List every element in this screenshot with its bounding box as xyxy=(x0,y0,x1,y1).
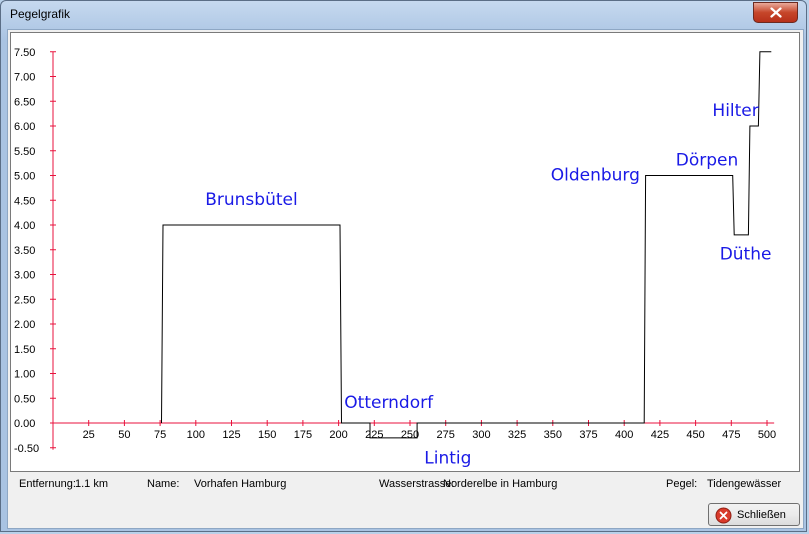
gauge-value: Tidengewässer xyxy=(707,478,782,490)
x-tick-label: 200 xyxy=(329,429,347,441)
water-level-line xyxy=(161,51,772,439)
x-tick-label: 400 xyxy=(615,429,633,441)
x-tick-label: 50 xyxy=(118,429,130,441)
distance-label: Entfernung: xyxy=(19,478,76,490)
x-tick-label: 125 xyxy=(222,429,240,441)
name-value: Vorhafen Hamburg xyxy=(194,478,287,490)
level-chart: 7.50 7.00 6.50 6.00 5.50 5.00 4.50 4.00 3.50 3.00… xyxy=(10,32,800,472)
y-tick-label: 4.50 xyxy=(14,195,35,207)
x-tick-label: 225 xyxy=(365,429,383,441)
y-tick-label: 6.00 xyxy=(14,121,35,133)
x-tick-label: 175 xyxy=(294,429,312,441)
y-tick-label: 5.00 xyxy=(14,171,35,183)
x-tick-label: 450 xyxy=(686,429,704,441)
gauge-label: Pegel: xyxy=(666,478,698,490)
station-label: Lintig xyxy=(424,449,471,469)
y-tick-label: 1.00 xyxy=(14,369,35,381)
x-tick-label: 425 xyxy=(651,429,669,441)
window-close-button[interactable] xyxy=(753,2,798,23)
x-tick-label: 250 xyxy=(401,429,419,441)
client-area: 7.50 7.00 6.50 6.00 5.50 5.00 4.50 4.00 3.50 3.00… xyxy=(7,29,804,529)
y-tick-label: 6.50 xyxy=(14,96,35,108)
title-bar[interactable]: Pegelgrafik xyxy=(1,1,808,29)
y-tick-label: 1.50 xyxy=(14,344,35,356)
station-label: Brunsbütel xyxy=(205,190,297,210)
y-tick-label: 7.50 xyxy=(14,47,35,59)
status-row: Entfernung: 1.1 km Name: Vorhafen Hambur… xyxy=(8,478,803,494)
x-tick-label: 300 xyxy=(472,429,490,441)
y-tick-label: -0.50 xyxy=(14,443,39,455)
y-tick-label: 2.00 xyxy=(14,319,35,331)
y-tick-label: 2.50 xyxy=(14,294,35,306)
station-label: Dörpen xyxy=(676,151,739,171)
close-button[interactable]: Schließen xyxy=(708,503,800,526)
close-icon xyxy=(769,7,782,18)
y-tick-label: 5.50 xyxy=(14,146,35,158)
y-tick-label: 7.00 xyxy=(14,72,35,84)
waterway-value: Norderelbe in Hamburg xyxy=(443,478,558,490)
close-circle-icon xyxy=(715,507,732,524)
y-tick-label: 4.00 xyxy=(14,220,35,232)
window-title: Pegelgrafik xyxy=(10,7,71,21)
station-label: Hilter xyxy=(712,101,758,121)
x-tick-label: 475 xyxy=(722,429,740,441)
close-button-label: Schließen xyxy=(737,509,786,521)
level-chart-svg: 7.50 7.00 6.50 6.00 5.50 5.00 4.50 4.00 3.50 3.00… xyxy=(14,47,776,469)
x-tick-label: 350 xyxy=(544,429,562,441)
x-tick-label: 100 xyxy=(187,429,205,441)
name-label: Name: xyxy=(147,478,180,490)
pegelgrafik-window: Pegelgrafik 7.50 7.00 6.50 6.00 5.50 5.00 4.50… xyxy=(0,0,807,532)
station-label: Oldenburg xyxy=(551,165,640,185)
x-tick-label: 375 xyxy=(579,429,597,441)
x-tick-label: 25 xyxy=(83,429,95,441)
x-tick-label: 325 xyxy=(508,429,526,441)
x-tick-label: 75 xyxy=(154,429,166,441)
station-label: Düthe xyxy=(720,245,772,265)
distance-value: 1.1 km xyxy=(75,478,109,490)
x-tick-label: 275 xyxy=(437,429,455,441)
station-label: Otterndorf xyxy=(344,393,434,413)
y-tick-label: 0.00 xyxy=(14,418,35,430)
x-tick-label: 500 xyxy=(758,429,776,441)
x-tick-label: 150 xyxy=(258,429,276,441)
y-tick-label: 3.00 xyxy=(14,270,35,282)
y-tick-label: 3.50 xyxy=(14,245,35,257)
y-tick-label: 0.50 xyxy=(14,393,35,405)
